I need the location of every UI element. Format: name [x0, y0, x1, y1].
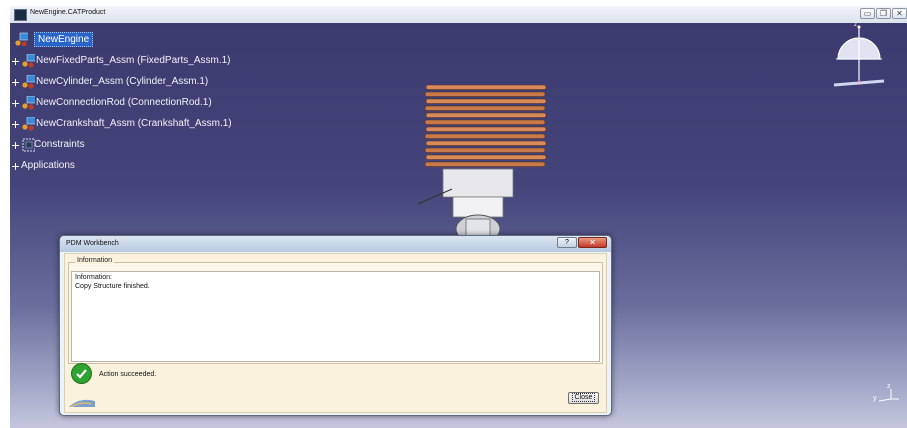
product-icon [15, 32, 28, 46]
dialog-close-x-button[interactable]: ✕ [578, 237, 607, 248]
tree-item-label: NewCylinder_Assm (Cylinder_Assm.1) [36, 76, 209, 87]
cylinder-fin [425, 98, 547, 104]
expand-icon[interactable] [12, 163, 19, 170]
cylinder-fin [424, 147, 546, 153]
cylinder-fin [424, 91, 546, 97]
dialog-title: PDM Workbench [66, 240, 119, 247]
minimize-button[interactable]: ▭ [860, 8, 875, 19]
expand-icon[interactable] [12, 58, 19, 65]
assembly-icon [22, 96, 35, 110]
tree-item-label: NewConnectionRod (ConnectionRod.1) [36, 97, 212, 108]
pdm-workbench-dialog: PDM Workbench ? ✕ Information Informatio… [59, 235, 612, 416]
axis-y-label: y [873, 395, 877, 402]
expand-icon[interactable] [12, 100, 19, 107]
close-button-label: Close [571, 393, 596, 402]
expand-icon[interactable] [12, 142, 19, 149]
tree-item-cylinder[interactable]: NewCylinder_Assm (Cylinder_Assm.1) [10, 74, 270, 92]
tree-item-label: Applications [21, 160, 75, 171]
expand-icon[interactable] [12, 121, 19, 128]
dialog-titlebar[interactable]: PDM Workbench ? ✕ [60, 236, 611, 252]
tree-item-connectionrod[interactable]: NewConnectionRod (ConnectionRod.1) [10, 95, 270, 113]
restore-button[interactable]: ❐ [876, 8, 891, 19]
cylinder-fin [425, 154, 547, 160]
window-title: NewEngine.CATProduct [30, 9, 106, 16]
cylinder-fin [424, 119, 546, 125]
axis-triad-icon [878, 389, 899, 402]
compass-icon[interactable] [828, 23, 890, 93]
tree-item-fixedparts[interactable]: NewFixedParts_Assm (FixedParts_Assm.1) [10, 53, 270, 71]
status-text: Action succeeded. [99, 371, 157, 378]
tree-root[interactable]: NewEngine [12, 31, 132, 49]
help-button[interactable]: ? [557, 237, 577, 248]
message-line-1: Information: [75, 274, 112, 281]
tree-item-constraints[interactable]: Constraints [10, 137, 130, 155]
expand-icon[interactable] [12, 79, 19, 86]
constraints-icon [22, 138, 35, 152]
check-icon [71, 363, 92, 384]
decorative-swirl-icon [69, 399, 95, 407]
dialog-body: Information Information: Copy Structure … [64, 253, 607, 413]
cylinder-fin [424, 161, 546, 167]
cylinder-fin [424, 133, 546, 139]
message-area[interactable]: Information: Copy Structure finished. [71, 271, 600, 362]
close-window-button[interactable]: ✕ [892, 8, 907, 19]
tree-item-crankshaft[interactable]: NewCrankshaft_Assm (Crankshaft_Assm.1) [10, 116, 270, 134]
tree-item-label: Constraints [34, 139, 85, 150]
assembly-icon [22, 54, 35, 68]
cylinder-fin [425, 84, 547, 90]
tree-root-label: NewEngine [34, 32, 94, 47]
compass-axis-label: z [854, 23, 857, 28]
window-titlebar: NewEngine.CATProduct ▭ ❐ ✕ [10, 6, 907, 24]
assembly-icon [22, 117, 35, 131]
close-button[interactable]: Close [568, 392, 599, 404]
message-line-2: Copy Structure finished. [75, 283, 150, 290]
cylinder-fin [424, 105, 546, 111]
assembly-icon [22, 75, 35, 89]
cylinder-fin [425, 140, 547, 146]
information-group: Information Information: Copy Structure … [68, 257, 603, 364]
cylinder-fin [425, 126, 547, 132]
tree-item-applications[interactable]: Applications [10, 158, 130, 176]
cylinder-fin [425, 112, 547, 118]
tree-item-label: NewFixedParts_Assm (FixedParts_Assm.1) [36, 55, 231, 66]
app-icon [14, 9, 27, 21]
information-group-label: Information [75, 257, 115, 264]
tree-item-label: NewCrankshaft_Assm (Crankshaft_Assm.1) [36, 118, 232, 129]
